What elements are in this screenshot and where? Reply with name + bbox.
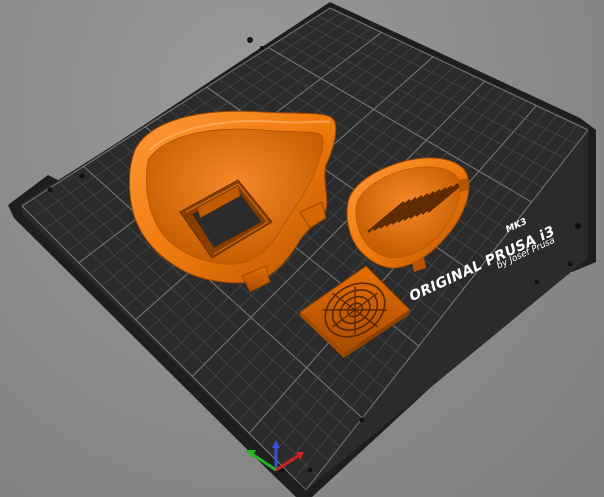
3d-viewport[interactable]: ORIGINAL PRUSA i3 MK3 by Josef Prusa [0, 0, 604, 497]
